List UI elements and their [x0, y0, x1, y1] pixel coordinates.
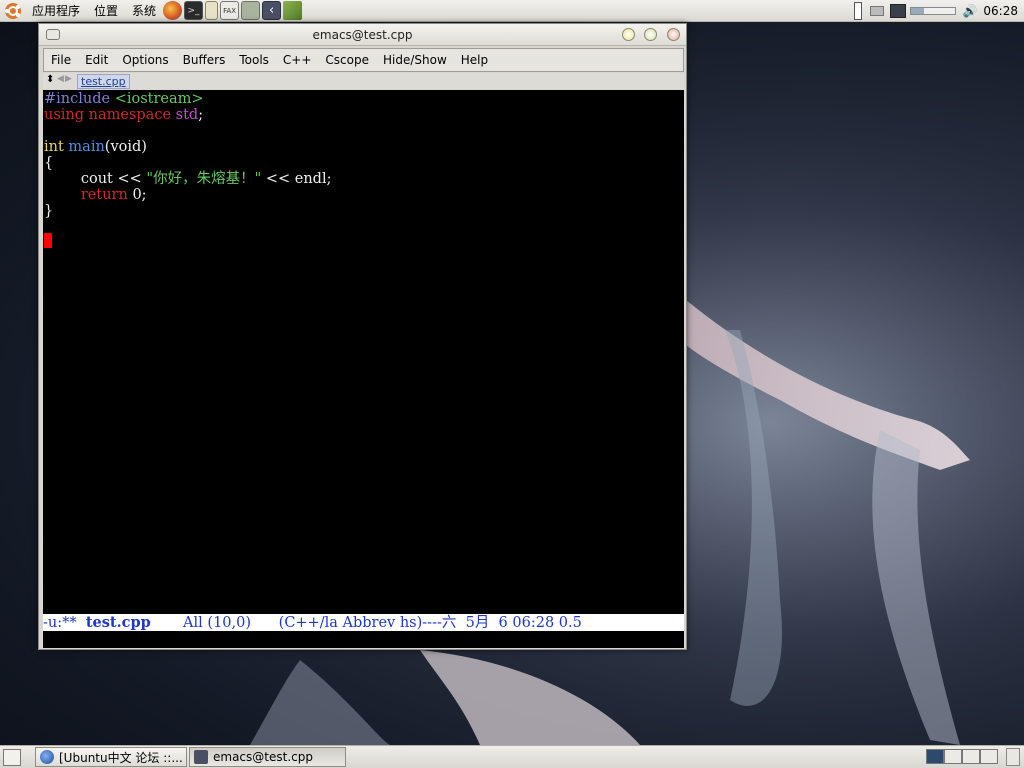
code-line-4: int main(void) [44, 139, 147, 155]
menu-cscope[interactable]: Cscope [318, 53, 376, 67]
printer-icon[interactable] [870, 6, 885, 16]
trash-applet-icon[interactable] [1006, 748, 1020, 766]
code-line-1: #include <iostream> [44, 91, 204, 107]
minimize-icon[interactable] [622, 28, 635, 41]
mode-line[interactable]: -u:** test.cpp All (10,0) (C++/la Abbrev… [43, 614, 684, 631]
terminal-icon[interactable]: >_ [184, 1, 204, 20]
browser-icon [40, 750, 54, 764]
bottom-panel: [Ubuntu中文 论坛 ::... emacs@test.cpp [0, 745, 1024, 768]
menu-cpp[interactable]: C++ [276, 53, 319, 67]
menu-hide-show[interactable]: Hide/Show [376, 53, 454, 67]
volume-slider[interactable] [910, 7, 957, 15]
emacs-window: emacs@test.cpp File Edit Options Buffers… [38, 23, 687, 650]
top-panel: 应用程序 位置 系统 >_ FAX ‹ 🔊 06:28 [0, 0, 1024, 22]
emacs-icon[interactable]: ‹ [262, 1, 282, 20]
menu-options[interactable]: Options [115, 53, 175, 67]
window-title: emacs@test.cpp [312, 28, 413, 42]
code-line-7: return 0; [44, 187, 147, 203]
menu-help[interactable]: Help [454, 53, 495, 67]
minibuffer[interactable] [43, 631, 684, 648]
network-icon[interactable] [890, 4, 907, 18]
code-line-8: } [44, 203, 54, 219]
workspace-1[interactable] [926, 749, 944, 764]
tabbar: ⬍ ◀ ▶ test.cpp [43, 73, 684, 89]
menu-places[interactable]: 位置 [89, 2, 123, 19]
code-line-2: using namespace std; [44, 107, 204, 123]
window-titlebar[interactable]: emacs@test.cpp [39, 24, 686, 46]
volume-icon[interactable]: 🔊 [962, 4, 977, 18]
workspace-2[interactable] [944, 749, 962, 764]
emacs-menubar: File Edit Options Buffers Tools C++ Csco… [43, 48, 684, 72]
code-line-6: cout << "你好，朱熔基！" << endl; [44, 171, 332, 187]
ubuntu-logo-icon[interactable] [3, 1, 23, 21]
modeline-buffer-name: test.cpp [85, 614, 151, 631]
taskbar-item-emacs[interactable]: emacs@test.cpp [189, 747, 346, 767]
fax-icon[interactable]: FAX [220, 1, 240, 20]
menu-file[interactable]: File [44, 53, 78, 67]
window-menu-icon[interactable] [46, 29, 60, 40]
workspace-4[interactable] [980, 749, 998, 764]
settings-icon[interactable] [241, 1, 261, 20]
code-line-5: { [44, 155, 54, 171]
tab-scroll-icon[interactable]: ⬍ [46, 74, 54, 85]
workspace-3[interactable] [962, 749, 980, 764]
firefox-icon[interactable] [163, 1, 183, 20]
tab-test-cpp[interactable]: test.cpp [77, 73, 130, 89]
menu-buffers[interactable]: Buffers [176, 53, 233, 67]
emacs-task-icon [194, 750, 208, 764]
tab-left-icon[interactable]: ◀ [57, 74, 64, 84]
code-editor[interactable]: #include <iostream> using namespace std;… [43, 90, 684, 614]
menu-edit[interactable]: Edit [78, 53, 115, 67]
clock[interactable]: 06:28 [983, 4, 1018, 18]
text-cursor [44, 233, 52, 248]
taskbar-item-browser[interactable]: [Ubuntu中文 论坛 ::... [35, 747, 187, 767]
menu-tools[interactable]: Tools [232, 53, 276, 67]
menu-applications[interactable]: 应用程序 [27, 2, 85, 19]
close-icon[interactable] [667, 28, 680, 41]
trash-icon[interactable] [854, 2, 863, 20]
workspace-switcher[interactable] [926, 749, 998, 764]
books-icon[interactable] [283, 1, 303, 20]
system-tray: 🔊 06:28 [854, 0, 1024, 22]
maximize-icon[interactable] [644, 28, 657, 41]
show-desktop-icon[interactable] [3, 748, 21, 766]
menu-system[interactable]: 系统 [127, 2, 161, 19]
notes-icon[interactable] [205, 1, 219, 20]
tab-right-icon[interactable]: ▶ [65, 74, 72, 84]
